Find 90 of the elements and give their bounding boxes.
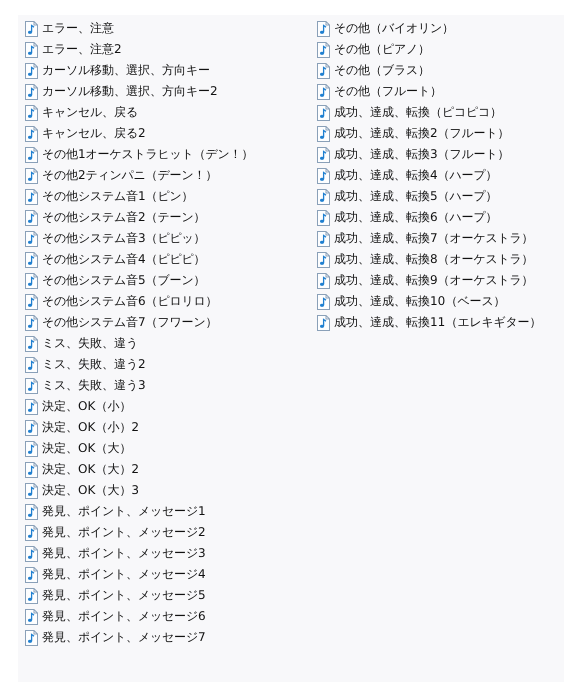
audio-file-item[interactable]: 発見、ポイント、メッセージ7 <box>25 627 317 648</box>
music-file-icon <box>317 314 330 330</box>
audio-file-item[interactable]: その他（ブラス） <box>317 60 557 81</box>
music-file-icon <box>317 62 330 78</box>
music-file-icon <box>25 398 38 414</box>
music-file-icon <box>317 20 330 36</box>
music-file-icon <box>25 336 38 352</box>
music-file-icon <box>25 378 38 394</box>
music-file-icon <box>25 504 38 520</box>
audio-file-item[interactable]: 成功、達成、転換10（ベース） <box>317 291 557 312</box>
audio-file-item[interactable]: 発見、ポイント、メッセージ5 <box>25 585 317 606</box>
music-file-icon <box>25 104 38 120</box>
audio-file-item[interactable]: その他（フルート） <box>317 81 557 102</box>
audio-file-item[interactable]: 成功、達成、転換11（エレキギター） <box>317 312 557 333</box>
music-file-icon <box>317 84 330 100</box>
music-file-icon <box>317 210 330 226</box>
audio-file-item[interactable]: キャンセル、戻る2 <box>25 123 317 144</box>
music-file-icon <box>317 252 330 268</box>
audio-file-item[interactable]: 決定、OK（小） <box>25 396 317 417</box>
music-file-icon <box>25 272 38 288</box>
audio-file-item[interactable]: 成功、達成、転換9（オーケストラ） <box>317 270 557 291</box>
music-file-icon <box>25 252 38 268</box>
music-file-icon <box>317 42 330 58</box>
music-file-icon <box>317 230 330 246</box>
music-file-icon <box>25 294 38 310</box>
audio-file-item[interactable]: ミス、失敗、違う <box>25 333 317 354</box>
audio-file-item[interactable]: その他システム音1（ピン） <box>25 186 317 207</box>
music-file-icon <box>25 20 38 36</box>
audio-file-item[interactable]: 成功、達成、転換2（フルート） <box>317 123 557 144</box>
music-file-icon <box>25 356 38 372</box>
audio-file-item[interactable]: 発見、ポイント、メッセージ4 <box>25 564 317 585</box>
music-file-icon <box>25 210 38 226</box>
audio-file-item[interactable]: ミス、失敗、違う2 <box>25 354 317 375</box>
music-file-icon <box>25 188 38 204</box>
music-file-icon <box>25 588 38 604</box>
music-file-icon <box>25 566 38 582</box>
music-file-icon <box>25 420 38 436</box>
audio-file-item[interactable]: 発見、ポイント、メッセージ2 <box>25 522 317 543</box>
music-file-icon <box>25 546 38 562</box>
music-file-icon <box>317 104 330 120</box>
music-file-icon <box>317 126 330 142</box>
audio-file-item[interactable]: 成功、達成、転換6（ハープ） <box>317 207 557 228</box>
music-file-icon <box>317 168 330 184</box>
audio-file-item[interactable]: 成功、達成、転換8（オーケストラ） <box>317 249 557 270</box>
audio-file-item[interactable]: キャンセル、戻る <box>25 102 317 123</box>
music-file-icon <box>25 608 38 624</box>
audio-file-item[interactable]: エラー、注意2 <box>25 39 317 60</box>
music-file-icon <box>25 84 38 100</box>
audio-file-item[interactable]: 決定、OK（大） <box>25 438 317 459</box>
audio-file-item[interactable]: 決定、OK（大）2 <box>25 459 317 480</box>
music-file-icon <box>25 62 38 78</box>
audio-file-item[interactable]: 成功、達成、転換7（オーケストラ） <box>317 228 557 249</box>
audio-file-item[interactable]: その他1オーケストラヒット（デン！） <box>25 144 317 165</box>
audio-file-item[interactable]: その他（バイオリン） <box>317 18 557 39</box>
music-file-icon <box>25 42 38 58</box>
audio-file-item[interactable]: ミス、失敗、違う3 <box>25 375 317 396</box>
music-file-icon <box>317 294 330 310</box>
music-file-icon <box>25 126 38 142</box>
audio-file-item[interactable]: カーソル移動、選択、方向キー <box>25 60 317 81</box>
audio-file-item[interactable]: その他2ティンパニ（デーン！） <box>25 165 317 186</box>
audio-file-item[interactable]: その他システム音4（ピピピ） <box>25 249 317 270</box>
music-file-icon <box>317 188 330 204</box>
audio-file-item[interactable]: 成功、達成、転換3（フルート） <box>317 144 557 165</box>
audio-file-item[interactable]: 発見、ポイント、メッセージ3 <box>25 543 317 564</box>
music-file-icon <box>25 230 38 246</box>
music-file-icon <box>25 168 38 184</box>
audio-file-item[interactable]: エラー、注意 <box>25 18 317 39</box>
audio-file-item[interactable]: 成功、達成、転換5（ハープ） <box>317 186 557 207</box>
music-file-icon <box>317 272 330 288</box>
audio-file-item[interactable]: その他システム音6（ピロリロ） <box>25 291 317 312</box>
audio-file-item[interactable]: 決定、OK（大）3 <box>25 480 317 501</box>
music-file-icon <box>25 482 38 498</box>
audio-file-item[interactable]: 成功、達成、転換（ピコピコ） <box>317 102 557 123</box>
audio-file-item[interactable]: その他システム音2（テーン） <box>25 207 317 228</box>
audio-file-item[interactable]: その他システム音7（フワーン） <box>25 312 317 333</box>
music-file-icon <box>25 630 38 646</box>
music-file-icon <box>25 440 38 456</box>
audio-file-item[interactable]: その他（ピアノ） <box>317 39 557 60</box>
audio-file-item[interactable]: その他システム音3（ピピッ） <box>25 228 317 249</box>
music-file-icon <box>25 462 38 478</box>
audio-file-item[interactable]: カーソル移動、選択、方向キー2 <box>25 81 317 102</box>
audio-file-item[interactable]: 決定、OK（小）2 <box>25 417 317 438</box>
music-file-icon <box>25 524 38 540</box>
music-file-icon <box>25 314 38 330</box>
audio-file-item[interactable]: 成功、達成、転換4（ハープ） <box>317 165 557 186</box>
audio-file-item[interactable]: 発見、ポイント、メッセージ1 <box>25 501 317 522</box>
audio-file-item[interactable]: その他システム音5（ブーン） <box>25 270 317 291</box>
audio-file-item[interactable]: 発見、ポイント、メッセージ6 <box>25 606 317 627</box>
music-file-icon <box>317 146 330 162</box>
music-file-icon <box>25 146 38 162</box>
